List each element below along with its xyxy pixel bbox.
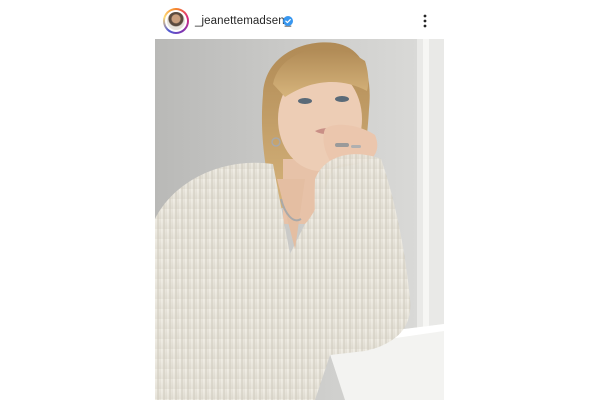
avatar-photo <box>167 12 185 30</box>
verified-badge-icon <box>283 16 293 26</box>
post-photo[interactable] <box>155 39 444 400</box>
post-header: _jeanettemadsen_ <box>155 4 445 38</box>
more-options-icon[interactable] <box>421 13 429 29</box>
portrait-illustration <box>155 39 444 400</box>
username-link[interactable]: _jeanettemadsen_ <box>195 15 291 27</box>
avatar[interactable] <box>163 8 189 34</box>
avatar-ring-gap <box>165 10 187 32</box>
